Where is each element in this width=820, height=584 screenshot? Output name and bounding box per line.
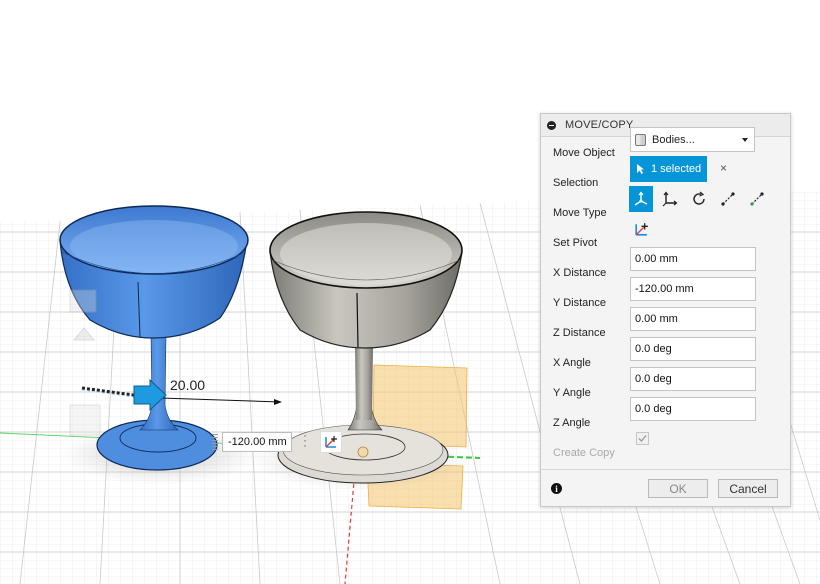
move-type-row: Move Type	[541, 186, 790, 227]
point-to-position-icon[interactable]	[745, 186, 769, 212]
cursor-icon	[637, 164, 644, 174]
ok-button[interactable]: OK	[648, 479, 708, 498]
y-angle-label: Y Angle	[553, 387, 591, 399]
set-pivot-label: Set Pivot	[553, 237, 598, 249]
selection-count: 1 selected	[651, 163, 702, 175]
x-angle-label: X Angle	[553, 357, 591, 369]
in-canvas-distance-input[interactable]: -120.00 mm	[222, 432, 292, 452]
move-type-label: Move Type	[553, 207, 607, 219]
checkmark-icon	[638, 435, 647, 442]
point-to-point-icon[interactable]	[716, 186, 740, 212]
set-pivot-icon[interactable]	[633, 221, 650, 241]
y-distance-label: Y Distance	[553, 297, 606, 309]
dialog-footer: i OK Cancel	[541, 469, 790, 506]
translate-icon[interactable]	[658, 186, 682, 212]
z-distance-label: Z Distance	[553, 327, 606, 339]
in-canvas-more-icon[interactable]: · · ·	[303, 429, 307, 451]
rotate-icon[interactable]	[687, 186, 711, 212]
bodies-icon	[635, 133, 646, 146]
move-object-value: Bodies...	[652, 133, 695, 146]
cancel-button[interactable]: Cancel	[718, 479, 778, 498]
in-canvas-pivot-icon[interactable]	[320, 431, 342, 453]
move-object-label: Move Object	[553, 147, 615, 159]
z-angle-row: Z Angle 0.0 deg	[541, 397, 790, 437]
free-move-icon[interactable]	[629, 186, 653, 212]
create-copy-label: Create Copy	[553, 447, 615, 459]
clear-selection-icon[interactable]: ×	[720, 161, 727, 175]
z-distance-input[interactable]: 0.00 mm	[630, 307, 756, 331]
dimension-label: 20.00	[170, 377, 206, 393]
x-distance-input[interactable]: 0.00 mm	[630, 247, 756, 271]
in-canvas-grip[interactable]	[212, 434, 218, 450]
collapse-icon[interactable]	[547, 120, 556, 130]
dialog-title: MOVE/COPY	[565, 119, 634, 131]
x-distance-label: X Distance	[553, 267, 607, 279]
move-object-dropdown[interactable]: Bodies...	[630, 127, 755, 152]
move-copy-dialog: MOVE/COPY Move Object Bodies... Selectio…	[540, 113, 791, 507]
selection-button[interactable]: 1 selected	[630, 156, 707, 182]
create-copy-row: Create Copy	[541, 432, 790, 467]
create-copy-checkbox[interactable]	[636, 432, 649, 445]
z-angle-input[interactable]: 0.0 deg	[630, 397, 756, 421]
chevron-down-icon	[742, 138, 748, 142]
y-angle-input[interactable]: 0.0 deg	[630, 367, 756, 391]
x-angle-input[interactable]: 0.0 deg	[630, 337, 756, 361]
selection-label: Selection	[553, 177, 599, 189]
info-icon[interactable]: i	[551, 483, 562, 494]
z-angle-label: Z Angle	[553, 417, 591, 429]
y-distance-input[interactable]: -120.00 mm	[630, 277, 756, 301]
